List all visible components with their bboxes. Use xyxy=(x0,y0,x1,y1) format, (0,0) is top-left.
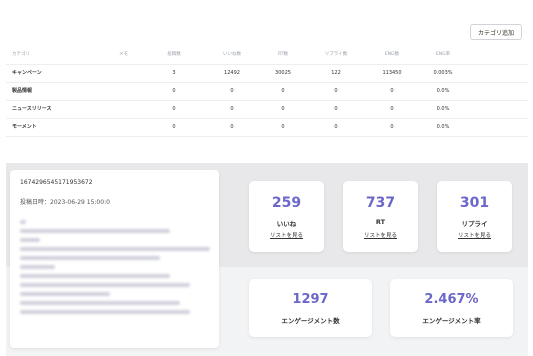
likes-value: 259 xyxy=(271,195,302,211)
replies-value: 301 xyxy=(459,195,490,211)
replies-cell: 0 xyxy=(334,88,338,94)
category-name: モーメント xyxy=(12,124,37,130)
header-likes: いいね数 xyxy=(223,52,241,57)
header-replies: リプライ数 xyxy=(324,52,348,57)
rt-list-link[interactable]: リストを見る xyxy=(343,231,418,239)
eng-rate-cell: 0.003% xyxy=(433,70,453,76)
rt-cell: 0 xyxy=(281,124,285,130)
likes-cell: 0 xyxy=(230,106,234,112)
replies-label: リプライ xyxy=(461,220,488,228)
rt-cell: 0 xyxy=(281,88,285,94)
rt-card: 737 RT リストを見る xyxy=(343,181,418,252)
eng-cell: 0 xyxy=(390,124,394,130)
posts-cell: 0 xyxy=(172,106,176,112)
eng-rate-cell: 0.0% xyxy=(436,88,450,94)
post-card: 1674296545171953672 投稿日時：2023-06-29 15:0… xyxy=(10,170,219,348)
post-date: 投稿日時：2023-06-29 15:00:0 xyxy=(20,199,110,206)
table-header-row: カテゴリ メモ 投稿数 いいね数 RT数 リプライ数 ENG数 ENG率 xyxy=(6,46,528,65)
replies-list-link[interactable]: リストを見る xyxy=(437,231,512,239)
likes-list-link[interactable]: リストを見る xyxy=(249,231,324,239)
memo-cell xyxy=(106,100,141,118)
engagement-rate-card: 2.467% エンゲージメント率 xyxy=(390,279,513,337)
engagements-label: エンゲージメント数 xyxy=(281,317,340,325)
likes-cell: 0 xyxy=(230,124,234,130)
rt-value: 737 xyxy=(365,195,396,211)
eng-rate-cell: 0.0% xyxy=(436,106,450,112)
header-category: カテゴリ xyxy=(12,52,30,57)
engagement-rate-value: 2.467% xyxy=(424,292,479,307)
replies-cell: 122 xyxy=(331,70,341,76)
engagements-card: 1297 エンゲージメント数 xyxy=(249,279,372,337)
category-name: キャンペーン xyxy=(12,70,42,76)
replies-card: 301 リプライ リストを見る xyxy=(437,181,512,252)
memo-cell xyxy=(106,64,141,82)
table-row[interactable]: 製品情報 0 0 0 0 0 0.0% xyxy=(6,82,528,101)
likes-cell: 12492 xyxy=(224,70,240,76)
category-table-section: カテゴリ追加 カテゴリ メモ 投稿数 いいね数 RT数 リプライ数 ENG数 E… xyxy=(0,0,533,163)
add-category-button[interactable]: カテゴリ追加 xyxy=(470,24,522,40)
table-row[interactable]: モーメント 0 0 0 0 0 0.0% xyxy=(6,118,528,137)
rt-label: RT xyxy=(375,218,386,226)
posts-cell: 0 xyxy=(172,88,176,94)
header-memo: メモ xyxy=(119,52,128,57)
header-eng: ENG数 xyxy=(384,52,400,57)
header-rt: RT数 xyxy=(277,52,289,57)
post-id: 1674296545171953672 xyxy=(20,179,93,186)
table-row[interactable]: ニュースリリース 0 0 0 0 0 0.0% xyxy=(6,100,528,119)
table-row[interactable]: キャンペーン 3 12492 30025 122 113450 0.003% xyxy=(6,64,528,83)
eng-rate-cell: 0.0% xyxy=(436,124,450,130)
eng-cell: 113450 xyxy=(382,70,402,76)
header-eng-rate: ENG率 xyxy=(435,52,451,57)
posts-cell: 0 xyxy=(172,124,176,130)
eng-cell: 0 xyxy=(390,88,394,94)
likes-label: いいね xyxy=(276,220,297,228)
likes-cell: 0 xyxy=(230,88,234,94)
engagement-rate-label: エンゲージメント率 xyxy=(422,317,481,325)
memo-cell xyxy=(106,118,141,136)
replies-cell: 0 xyxy=(334,124,338,130)
engagements-value: 1297 xyxy=(292,292,329,307)
memo-cell xyxy=(106,82,141,100)
rt-cell: 0 xyxy=(281,106,285,112)
likes-card: 259 いいね リストを見る xyxy=(249,181,324,252)
rt-cell: 30025 xyxy=(275,70,291,76)
header-posts: 投稿数 xyxy=(167,52,181,57)
category-name: ニュースリリース xyxy=(12,106,52,112)
replies-cell: 0 xyxy=(334,106,338,112)
eng-cell: 0 xyxy=(390,106,394,112)
posts-cell: 3 xyxy=(172,70,176,76)
category-name: 製品情報 xyxy=(12,88,33,94)
